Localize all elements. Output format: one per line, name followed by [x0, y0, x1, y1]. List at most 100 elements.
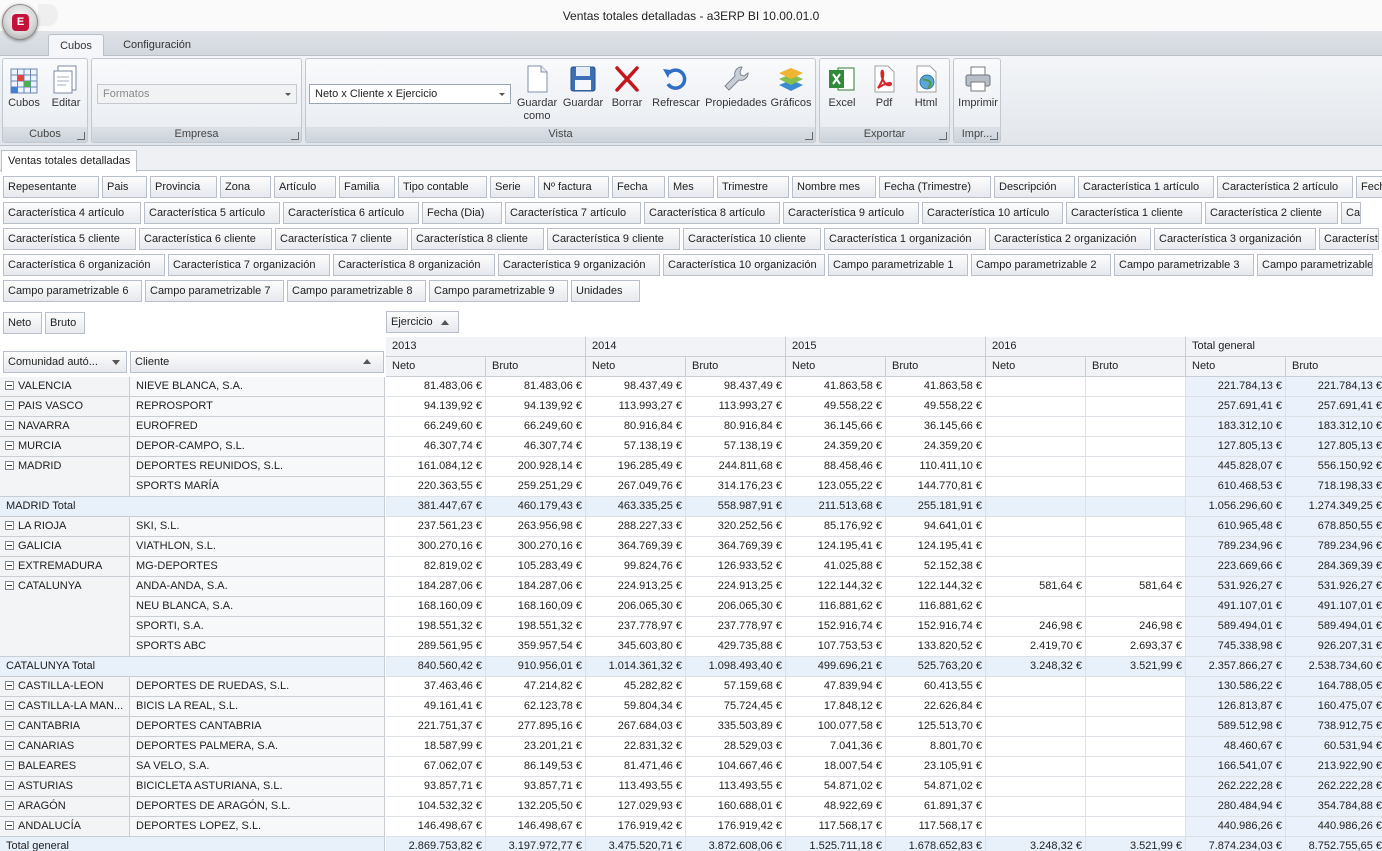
collapse-minus-icon[interactable]: [5, 781, 14, 790]
formatos-select[interactable]: Formatos: [97, 84, 297, 104]
field-button-caracteri-stica-2-organizacio-n[interactable]: Característica 2 organización: [989, 228, 1151, 250]
field-button-caracteri-stica-9-arti-culo[interactable]: Característica 9 artículo: [783, 202, 919, 224]
borrar-button[interactable]: Borrar: [606, 63, 648, 110]
field-button-familia[interactable]: Familia: [339, 176, 395, 198]
field-button-caracteri-stica-7-cliente[interactable]: Característica 7 cliente: [275, 228, 408, 250]
pdf-button[interactable]: Pdf: [864, 63, 904, 110]
document-tab[interactable]: Ventas totales detalladas: [1, 150, 138, 172]
field-button-arti-culo[interactable]: Artículo: [274, 176, 336, 198]
field-button-caracteri-stica-1-arti-culo[interactable]: Característica 1 artículo: [1078, 176, 1214, 198]
field-button-caracteri-stica-6-arti-culo[interactable]: Característica 6 artículo: [283, 202, 419, 224]
field-button-caracteri-sti[interactable]: Característi: [1319, 228, 1379, 250]
collapse-minus-icon[interactable]: [5, 441, 14, 450]
value-cell: 460.179,43 €: [486, 497, 586, 517]
column-field-ejercicio[interactable]: Ejercicio: [386, 311, 459, 333]
field-button-campo-parametrizable-3[interactable]: Campo parametrizable 3: [1114, 254, 1254, 276]
field-button-descripcio-n[interactable]: Descripción: [994, 176, 1075, 198]
row-field-comunidad[interactable]: Comunidad autó...: [3, 351, 127, 373]
field-button-caracteri-stica-9-organizacio-n[interactable]: Característica 9 organización: [498, 254, 660, 276]
field-button-unidades[interactable]: Unidades: [571, 280, 640, 302]
collapse-minus-icon[interactable]: [5, 401, 14, 410]
data-field-bruto[interactable]: Bruto: [45, 312, 85, 334]
collapse-minus-icon[interactable]: [5, 521, 14, 530]
field-button-campo-parametrizable-4[interactable]: Campo parametrizable 4: [1257, 254, 1373, 276]
field-button-caracte[interactable]: Caracte: [1341, 202, 1361, 224]
group-launcher-imprimir[interactable]: [990, 132, 998, 140]
collapse-minus-icon[interactable]: [5, 681, 14, 690]
field-button-caracteri-stica-2-cliente[interactable]: Característica 2 cliente: [1205, 202, 1338, 224]
data-field-neto[interactable]: Neto: [3, 312, 42, 334]
tab-configuracion[interactable]: Configuración: [114, 34, 200, 56]
field-button-caracteri-stica-4-arti-culo[interactable]: Característica 4 artículo: [3, 202, 141, 224]
field-button-mes[interactable]: Mes: [668, 176, 714, 198]
field-button-fecha-trimestre[interactable]: Fecha (Trimestre): [879, 176, 991, 198]
field-button-caracteri-stica-1-cliente[interactable]: Característica 1 cliente: [1066, 202, 1202, 224]
field-button-campo-parametrizable-1[interactable]: Campo parametrizable 1: [828, 254, 968, 276]
field-button-serie[interactable]: Serie: [490, 176, 535, 198]
field-button-campo-parametrizable-9[interactable]: Campo parametrizable 9: [429, 280, 568, 302]
field-button-trimestre[interactable]: Trimestre: [717, 176, 789, 198]
refrescar-button[interactable]: Refrescar: [648, 63, 704, 110]
propiedades-button[interactable]: Propiedades: [704, 63, 768, 110]
group-launcher-exportar[interactable]: [939, 132, 947, 140]
field-button-campo-parametrizable-8[interactable]: Campo parametrizable 8: [287, 280, 426, 302]
guardar-como-button[interactable]: Guardar como: [514, 63, 560, 123]
field-button-fecha[interactable]: Fecha: [612, 176, 665, 198]
value-cell: 364.769,39 €: [586, 537, 686, 557]
field-button-pais[interactable]: Pais: [102, 176, 147, 198]
field-button-caracteri-stica-8-organizacio-n[interactable]: Característica 8 organización: [333, 254, 495, 276]
guardar-button[interactable]: Guardar: [560, 63, 606, 110]
group-launcher-empresa[interactable]: [291, 132, 299, 140]
view-select[interactable]: Neto x Cliente x Ejercicio: [309, 84, 511, 104]
field-button-caracteri-stica-10-cliente[interactable]: Característica 10 cliente: [683, 228, 821, 250]
collapse-minus-icon[interactable]: [5, 801, 14, 810]
field-button-caracteri-stica-6-organizacio-n[interactable]: Característica 6 organización: [3, 254, 165, 276]
collapse-minus-icon[interactable]: [5, 821, 14, 830]
collapse-minus-icon[interactable]: [5, 561, 14, 570]
field-button-caracteri-stica-6-cliente[interactable]: Característica 6 cliente: [139, 228, 272, 250]
field-button-caracteri-stica-2-arti-culo[interactable]: Característica 2 artículo: [1217, 176, 1353, 198]
field-button-campo-parametrizable-2[interactable]: Campo parametrizable 2: [971, 254, 1111, 276]
field-button-caracteri-stica-5-cliente[interactable]: Característica 5 cliente: [3, 228, 136, 250]
collapse-minus-icon[interactable]: [5, 581, 14, 590]
collapse-minus-icon[interactable]: [5, 741, 14, 750]
field-button-caracteri-stica-3-organizacio-n[interactable]: Característica 3 organización: [1154, 228, 1316, 250]
group-launcher-vista[interactable]: [805, 132, 813, 140]
field-button-caracteri-stica-1-organizacio-n[interactable]: Característica 1 organización: [824, 228, 986, 250]
cubos-button[interactable]: Cubos: [5, 63, 43, 110]
field-button-nombre-mes[interactable]: Nombre mes: [792, 176, 876, 198]
field-button-caracteri-stica-10-organizacio-n[interactable]: Característica 10 organización: [663, 254, 825, 276]
field-button-tipo-contable[interactable]: Tipo contable: [398, 176, 487, 198]
collapse-minus-icon[interactable]: [5, 761, 14, 770]
field-button-campo-parametrizable-6[interactable]: Campo parametrizable 6: [3, 280, 142, 302]
field-button-provincia[interactable]: Provincia: [150, 176, 217, 198]
collapse-minus-icon[interactable]: [5, 381, 14, 390]
field-button-caracteri-stica-10-arti-culo[interactable]: Característica 10 artículo: [922, 202, 1063, 224]
field-button-caracteri-stica-8-cliente[interactable]: Característica 8 cliente: [411, 228, 544, 250]
collapse-minus-icon[interactable]: [5, 421, 14, 430]
collapse-minus-icon[interactable]: [5, 721, 14, 730]
field-button-caracteri-stica-8-arti-culo[interactable]: Característica 8 artículo: [644, 202, 780, 224]
field-button-campo-parametrizable-7[interactable]: Campo parametrizable 7: [145, 280, 284, 302]
field-button-caracteri-stica-5-arti-culo[interactable]: Característica 5 artículo: [144, 202, 280, 224]
field-button-caracteri-stica-9-cliente[interactable]: Característica 9 cliente: [547, 228, 680, 250]
field-button-zona[interactable]: Zona: [220, 176, 271, 198]
row-field-cliente[interactable]: Cliente: [130, 351, 384, 373]
field-button-fecha[interactable]: Fecha (: [1356, 176, 1382, 198]
imprimir-button[interactable]: Imprimir: [955, 63, 1001, 110]
application-menu-button[interactable]: E: [2, 4, 38, 40]
field-button-n-factura[interactable]: Nº factura: [538, 176, 609, 198]
group-launcher-cubos[interactable]: [77, 132, 85, 140]
html-button[interactable]: Html: [906, 63, 946, 110]
excel-button[interactable]: Excel: [822, 63, 862, 110]
tab-cubos[interactable]: Cubos: [48, 34, 104, 57]
field-button-fecha-dia[interactable]: Fecha (Dia): [422, 202, 502, 224]
collapse-minus-icon[interactable]: [5, 541, 14, 550]
field-button-caracteri-stica-7-organizacio-n[interactable]: Característica 7 organización: [168, 254, 330, 276]
collapse-minus-icon[interactable]: [5, 461, 14, 470]
field-button-repesentante[interactable]: Repesentante: [3, 176, 99, 198]
field-button-caracteri-stica-7-arti-culo[interactable]: Característica 7 artículo: [505, 202, 641, 224]
editar-button[interactable]: Editar: [47, 63, 85, 110]
graficos-button[interactable]: Gráficos: [768, 63, 814, 110]
collapse-minus-icon[interactable]: [5, 701, 14, 710]
